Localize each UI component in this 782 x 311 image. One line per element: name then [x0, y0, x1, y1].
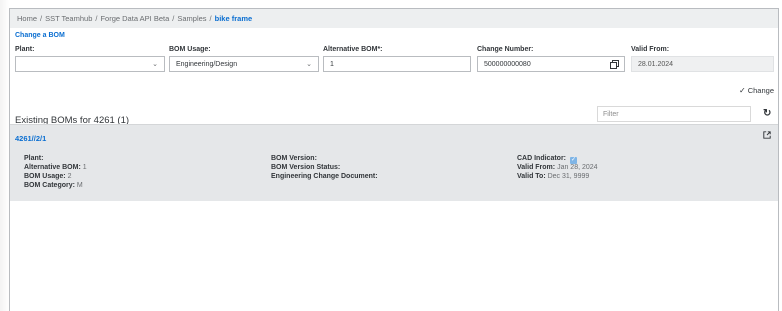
attr-plant: Plant:	[24, 155, 43, 164]
change-number-input[interactable]: 500000000080	[477, 56, 625, 72]
bom-usage-value: Engineering/Design	[176, 60, 238, 68]
attr-valid-from-label: Valid From:	[517, 164, 556, 171]
attr-version-status-label: BOM Version Status:	[271, 164, 341, 171]
alternative-bom-label: Alternative BOM*:	[323, 46, 383, 53]
value-help-icon[interactable]	[610, 60, 619, 69]
attr-usage-value: 2	[67, 173, 72, 180]
attr-alt-bom-value: 1	[82, 164, 87, 171]
change-button-label: Change	[747, 86, 774, 95]
alternative-bom-input[interactable]: 1	[323, 56, 471, 72]
attr-cad-label: CAD Indicator:	[517, 155, 566, 162]
plant-label: Plant:	[15, 46, 35, 53]
check-icon: ✓	[739, 86, 746, 95]
breadcrumb-current: bike frame	[214, 14, 253, 23]
filter-input[interactable]: Filter	[597, 106, 751, 122]
attr-category: BOM Category: M	[24, 182, 83, 191]
bom-usage-select[interactable]: Engineering/Design ⌄	[169, 56, 319, 72]
attr-ecd: Engineering Change Document:	[271, 173, 378, 182]
attr-version-label: BOM Version:	[271, 155, 317, 162]
change-button[interactable]: ✓ Change	[739, 86, 774, 95]
attr-ecd-label: Engineering Change Document:	[271, 173, 378, 180]
breadcrumb: Home / SST Teamhub / Forge Data API Beta…	[10, 9, 778, 28]
attr-valid-to-value: Dec 31, 9999	[547, 173, 590, 180]
change-number-label: Change Number:	[477, 46, 534, 53]
attr-category-label: BOM Category:	[24, 182, 75, 189]
attr-usage-label: BOM Usage:	[24, 173, 66, 180]
chevron-down-icon: ⌄	[306, 61, 312, 68]
breadcrumb-forge-api[interactable]: Forge Data API Beta	[100, 14, 169, 23]
filter-placeholder: Filter	[603, 110, 619, 118]
attr-plant-label: Plant:	[24, 155, 44, 162]
breadcrumb-samples[interactable]: Samples	[177, 14, 206, 23]
attr-version: BOM Version:	[271, 155, 317, 164]
list-item[interactable]: 4261//2/1 Plant: Alternative BOM: 1 BOM …	[10, 124, 778, 201]
open-external-icon[interactable]	[763, 131, 771, 139]
attr-version-status: BOM Version Status:	[271, 164, 340, 173]
attr-alt-bom: Alternative BOM: 1	[24, 164, 87, 173]
valid-from-value: 28.01.2024	[638, 60, 674, 68]
checkbox-checked-icon: ✓	[569, 157, 577, 164]
attr-usage: BOM Usage: 2	[24, 173, 71, 182]
form-title: Change a BOM	[15, 32, 65, 39]
change-number-value: 500000000080	[484, 60, 531, 68]
breadcrumb-separator: /	[209, 14, 212, 23]
attr-cad: CAD Indicator: ✓	[517, 155, 577, 164]
attr-valid-to: Valid To: Dec 31, 9999	[517, 173, 589, 182]
attr-alt-bom-label: Alternative BOM:	[24, 164, 81, 171]
valid-from-field: 28.01.2024	[631, 56, 774, 72]
chevron-down-icon: ⌄	[152, 61, 158, 68]
valid-from-label: Valid From:	[631, 46, 670, 53]
attr-category-value: M	[76, 182, 83, 189]
alternative-bom-value: 1	[330, 60, 334, 68]
refresh-icon[interactable]: ↻	[763, 108, 771, 119]
app-frame: Home / SST Teamhub / Forge Data API Beta…	[9, 8, 779, 311]
left-margin	[0, 0, 9, 311]
attr-valid-to-label: Valid To:	[517, 173, 546, 180]
breadcrumb-separator: /	[40, 14, 43, 23]
breadcrumb-separator: /	[172, 14, 175, 23]
attr-valid-from: Valid From: Jan 28, 2024	[517, 164, 598, 173]
breadcrumb-home[interactable]: Home	[17, 14, 37, 23]
attr-valid-from-value: Jan 28, 2024	[557, 164, 598, 171]
plant-select[interactable]: ⌄	[15, 56, 165, 72]
bom-item-title[interactable]: 4261//2/1	[15, 134, 46, 143]
breadcrumb-separator: /	[95, 14, 98, 23]
bom-usage-label: BOM Usage:	[169, 46, 211, 53]
breadcrumb-teamhub[interactable]: SST Teamhub	[45, 14, 92, 23]
